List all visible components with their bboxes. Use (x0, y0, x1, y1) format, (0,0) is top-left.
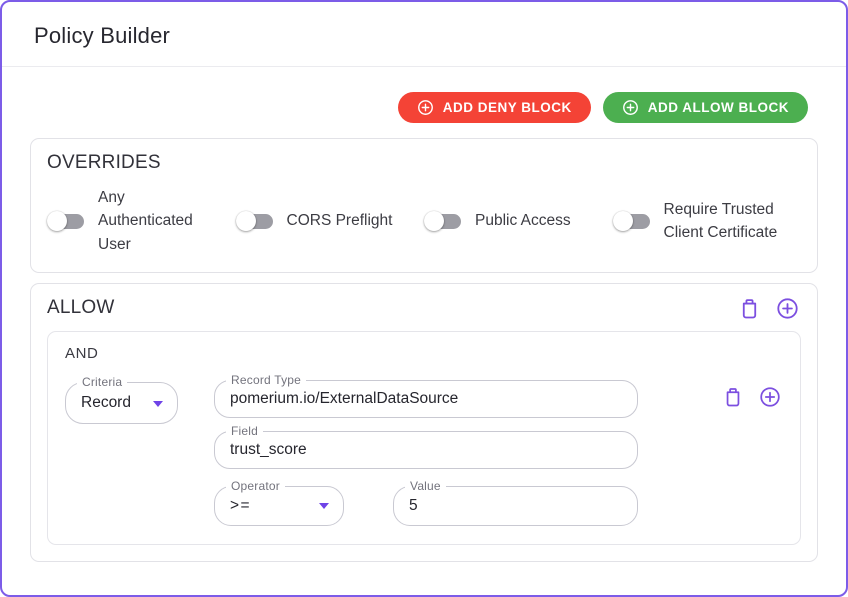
allow-block-title: ALLOW (47, 297, 115, 319)
chevron-down-icon (153, 401, 163, 407)
rule-fields-column: Record Type pomerium.io/ExternalDataSour… (214, 380, 638, 526)
require-trusted-client-certificate-toggle[interactable] (613, 211, 651, 231)
rule-row: Criteria Record Record Type pomerium.io/… (65, 380, 783, 526)
toggle-label: Require Trusted Client Certificate (664, 198, 800, 245)
add-allow-block-label: ADD ALLOW BLOCK (648, 100, 789, 115)
trash-icon (723, 386, 743, 408)
toggle-group-any-authenticated-user: Any Authenticated User (47, 186, 236, 256)
toggle-group-cors-preflight: CORS Preflight (236, 190, 425, 252)
trash-icon (739, 297, 760, 320)
cors-preflight-toggle[interactable] (236, 211, 274, 231)
toggle-thumb (613, 211, 633, 231)
allow-block-header: ALLOW (47, 295, 801, 322)
any-authenticated-user-toggle[interactable] (47, 211, 85, 231)
overrides-toggles-row: Any Authenticated User CORS Preflight Pu… (47, 186, 801, 256)
rule-row-actions (721, 380, 783, 526)
plus-circle-icon (417, 99, 434, 116)
allow-block-card: ALLOW (30, 283, 818, 562)
operator-select[interactable]: Operator >= (214, 486, 344, 526)
criteria-select-label: Criteria (77, 375, 127, 389)
operator-select-value: >= (230, 497, 251, 515)
value-input-label: Value (405, 479, 446, 493)
add-deny-block-label: ADD DENY BLOCK (443, 100, 572, 115)
toggle-group-public-access: Public Access (424, 190, 613, 252)
plus-circle-icon (759, 386, 781, 408)
criteria-column: Criteria Record (65, 382, 178, 526)
delete-allow-block-button[interactable] (737, 295, 762, 322)
plus-circle-icon (622, 99, 639, 116)
operator-value-row: Operator >= Value 5 (214, 486, 638, 526)
delete-rule-button[interactable] (721, 384, 745, 410)
field-input-value: trust_score (230, 441, 307, 459)
block-actions-row: ADD DENY BLOCK ADD ALLOW BLOCK (30, 92, 808, 123)
toggle-thumb (47, 211, 67, 231)
add-rule-button[interactable] (774, 295, 801, 322)
toggle-thumb (424, 211, 444, 231)
overrides-card: OVERRIDES Any Authenticated User CORS Pr… (30, 138, 818, 273)
chevron-down-icon (319, 503, 329, 509)
page-title: Policy Builder (34, 23, 814, 49)
add-deny-block-button[interactable]: ADD DENY BLOCK (398, 92, 591, 123)
record-type-input[interactable]: Record Type pomerium.io/ExternalDataSour… (214, 380, 638, 418)
add-allow-block-button[interactable]: ADD ALLOW BLOCK (603, 92, 808, 123)
panel-content: ADD DENY BLOCK ADD ALLOW BLOCK OVERRIDES (2, 92, 846, 562)
value-input-value: 5 (409, 497, 418, 515)
toggle-thumb (236, 211, 256, 231)
public-access-toggle[interactable] (424, 211, 462, 231)
policy-builder-panel: Policy Builder ADD DENY BLOCK (0, 0, 848, 597)
toggle-group-require-trusted-client-certificate: Require Trusted Client Certificate (613, 190, 802, 252)
toggle-label: CORS Preflight (287, 209, 393, 232)
combinator-label: AND (65, 345, 783, 362)
value-input[interactable]: Value 5 (393, 486, 638, 526)
operator-select-label: Operator (226, 479, 285, 493)
overrides-title: OVERRIDES (47, 152, 801, 174)
record-type-input-value: pomerium.io/ExternalDataSource (230, 390, 458, 408)
toggle-label: Public Access (475, 209, 571, 232)
toggle-label: Any Authenticated User (98, 186, 210, 256)
record-type-input-label: Record Type (226, 373, 306, 387)
field-input-label: Field (226, 424, 263, 438)
criteria-select[interactable]: Criteria Record (65, 382, 178, 424)
and-group-card: AND Criteria Record Record Type pomerium… (47, 331, 801, 545)
allow-block-actions (737, 295, 801, 322)
criteria-select-value: Record (81, 394, 131, 412)
field-input[interactable]: Field trust_score (214, 431, 638, 469)
add-condition-button[interactable] (757, 384, 783, 410)
plus-circle-icon (776, 297, 799, 320)
panel-header: Policy Builder (2, 2, 846, 67)
